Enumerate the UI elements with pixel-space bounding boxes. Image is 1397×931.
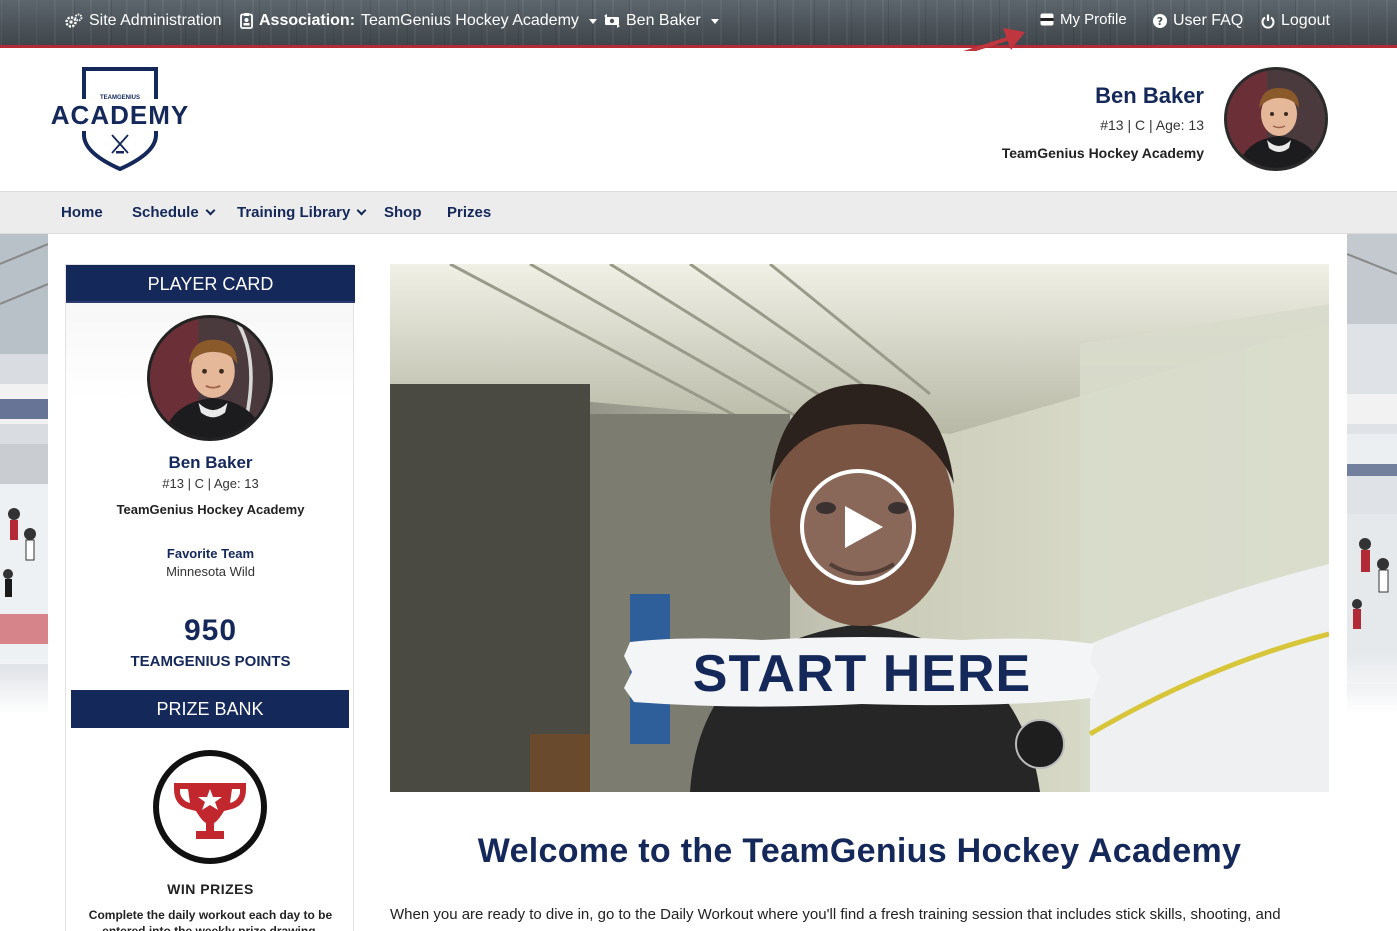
gears-icon <box>65 13 83 29</box>
logout-link[interactable]: Logout <box>1261 12 1330 30</box>
win-prizes-title: WIN PRIZES <box>167 881 254 897</box>
chevron-down-icon <box>710 19 719 24</box>
site-header: TEAMGENIUS ACADEMY Ben Baker #13 | C | A… <box>0 51 1397 191</box>
header-profile: Ben Baker #13 | C | Age: 13 TeamGenius H… <box>1002 83 1204 161</box>
user-switch-dropdown[interactable]: Ben Baker <box>604 12 719 30</box>
question-circle-icon: ? <box>1153 14 1167 28</box>
user-faq-link[interactable]: ? User FAQ <box>1153 12 1243 30</box>
nav-item-schedule[interactable]: Schedule <box>132 204 216 221</box>
admin-topbar: Site Administration Association: TeamGen… <box>0 0 1397 48</box>
site-administration-link[interactable]: Site Administration <box>65 12 222 30</box>
nav-schedule-label: Schedule <box>132 204 199 221</box>
my-profile-link[interactable]: My Profile <box>1040 11 1127 28</box>
avatar <box>147 315 273 441</box>
player-name: Ben Baker <box>168 453 253 472</box>
favorite-team-value: Minnesota Wild <box>166 564 255 579</box>
nav-item-home[interactable]: Home <box>61 204 103 221</box>
profile-team: TeamGenius Hockey Academy <box>1001 145 1204 161</box>
play-icon[interactable] <box>799 468 917 586</box>
site-administration-label: Site Administration <box>89 12 222 29</box>
nav-prizes-label: Prizes <box>447 204 492 221</box>
avatar[interactable] <box>1224 67 1328 171</box>
start-here-text: START HERE <box>692 645 1032 703</box>
svg-text:?: ? <box>1157 15 1163 28</box>
association-label: Association: <box>259 12 356 29</box>
association-value: TeamGenius Hockey Academy <box>361 12 579 29</box>
badge-icon <box>240 13 253 29</box>
favorite-team-label: Favorite Team <box>166 546 255 561</box>
chevron-down-icon <box>356 205 367 216</box>
chevron-down-icon <box>588 19 597 24</box>
user-faq-label: User FAQ <box>1173 12 1244 29</box>
arena-background-left <box>0 234 48 714</box>
logo-big-text: ACADEMY <box>51 100 189 130</box>
id-card-icon <box>1040 13 1054 26</box>
prize-bank-header: PRIZE BANK <box>71 690 349 728</box>
main-nav: Home Schedule Training Library Shop Priz… <box>0 191 1397 234</box>
player-team: TeamGenius Hockey Academy <box>116 502 305 517</box>
player-card-header: PLAYER CARD <box>66 265 355 303</box>
nav-item-shop[interactable]: Shop <box>384 204 422 221</box>
nav-training-library-label: Training Library <box>237 204 351 221</box>
points-value: 950 <box>183 614 238 647</box>
welcome-heading: Welcome to the TeamGenius Hockey Academy <box>477 832 1242 870</box>
profile-name: Ben Baker <box>1095 83 1204 108</box>
player-card: PLAYER CARD Ben Baker #13 | C | Age: 13 … <box>65 264 355 931</box>
player-meta: #13 | C | Age: 13 <box>162 476 259 491</box>
power-icon <box>1261 14 1275 29</box>
points-label: TEAMGENIUS POINTS <box>130 653 291 670</box>
chevron-down-icon <box>205 205 216 216</box>
my-profile-label: My Profile <box>1060 11 1127 28</box>
profile-meta: #13 | C | Age: 13 <box>1100 117 1204 133</box>
user-name-label: Ben Baker <box>626 12 701 29</box>
fade <box>1347 654 1397 714</box>
nav-shop-label: Shop <box>384 204 422 221</box>
exchange-icon <box>604 14 620 28</box>
trophy-icon <box>153 750 267 864</box>
intro-video[interactable]: START HERE <box>390 264 1329 792</box>
academy-logo[interactable]: TEAMGENIUS ACADEMY <box>50 65 190 171</box>
logout-label: Logout <box>1281 12 1330 29</box>
nav-item-training-library[interactable]: Training Library <box>237 204 367 221</box>
fade <box>0 654 48 714</box>
intro-paragraph: When you are ready to dive in, go to the… <box>390 906 1281 923</box>
association-dropdown[interactable]: Association: TeamGenius Hockey Academy <box>240 12 597 30</box>
nav-home-label: Home <box>61 204 103 221</box>
nav-item-prizes[interactable]: Prizes <box>447 204 491 221</box>
win-prizes-description: Complete the daily workout each day to b… <box>88 908 333 931</box>
arena-background-right <box>1347 234 1397 714</box>
